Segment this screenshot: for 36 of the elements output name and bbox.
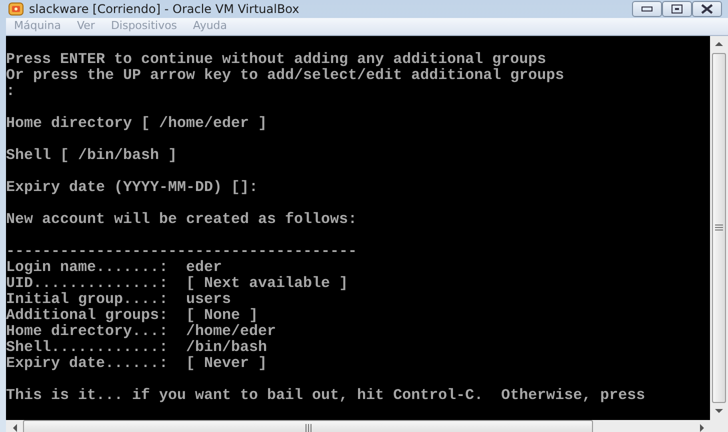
app-icon [8, 1, 24, 17]
console-line: Home directory [ /home/eder ] [6, 116, 268, 132]
console-line: --------------------------------------- [6, 244, 358, 260]
maximize-icon [671, 4, 683, 14]
grip-icon [715, 224, 723, 231]
window-title: slackware [Corriendo] - Oracle VM VirtualBox [29, 1, 300, 18]
close-icon [700, 4, 714, 14]
console-line: Shell............: /bin/bash [6, 340, 268, 356]
console-line: Initial group....: users [6, 292, 232, 308]
console-line: New account will be created as follows: [6, 212, 358, 228]
menu-item[interactable]: Máquina [14, 18, 61, 34]
close-button[interactable] [692, 1, 722, 17]
console-line: Expiry date......: [ Never ] [6, 356, 268, 372]
console-line: Shell [ /bin/bash ] [6, 148, 178, 164]
scroll-left-icon[interactable] [12, 424, 16, 432]
scroll-down-icon[interactable] [715, 409, 723, 414]
minimize-button[interactable] [632, 1, 662, 17]
maximize-button[interactable] [662, 1, 692, 17]
console-line: Or press the UP arrow key to add/select/edit additional groups [6, 68, 566, 84]
console-line: UID..............: [ Next available ] [6, 276, 350, 292]
menu-item[interactable]: Ayuda [193, 18, 228, 34]
menu-item[interactable]: Dispositivos [110, 18, 178, 34]
console-line: Press ENTER to continue without adding any additional groups [6, 52, 548, 68]
scroll-right-icon[interactable] [700, 424, 704, 432]
menu-item[interactable]: Ver [76, 18, 95, 34]
scrollbar-thumb[interactable] [712, 52, 726, 402]
console-line: Additional groups: [ None ] [6, 308, 260, 324]
minimize-icon [641, 6, 653, 12]
console-line: Home directory...: /home/eder [6, 324, 278, 340]
grip-icon [304, 424, 312, 432]
scrollbar-thumb[interactable] [23, 420, 593, 432]
console-line: Login name.......: eder [6, 260, 224, 276]
console-line: : [6, 84, 16, 100]
console-line: This is it... if you want to bail out, hit Control-C. Otherwise, press [6, 388, 646, 404]
console-line: Expiry date (YYYY-MM-DD) []: [6, 180, 260, 196]
scroll-up-icon[interactable] [715, 41, 723, 46]
